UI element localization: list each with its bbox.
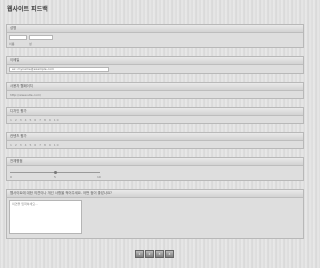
content-section: 컨텐츠 평가 1 2 3 4 5 6 7 8 9 10 (6, 132, 304, 149)
pager-button-1[interactable]: 1 (135, 250, 144, 258)
pager-buttons: 1 2 3 4 (135, 250, 174, 258)
first-name-input[interactable] (9, 35, 27, 40)
first-name-sublabel: 이름 (9, 42, 15, 46)
url-label: 사용자 웹페이지 (7, 83, 303, 91)
comments-textarea[interactable]: 의견을 입력하세요... (9, 200, 82, 234)
rating-slider-knob[interactable] (54, 171, 57, 174)
email-label: 이메일 (7, 57, 303, 65)
url-input[interactable]: http://www.site.com/ (10, 93, 41, 97)
pager-button-2[interactable]: 2 (145, 250, 154, 258)
rating-section: 전체평점 0 5 10 (6, 157, 304, 181)
content-label: 컨텐츠 평가 (7, 133, 303, 141)
url-section: 사용자 웹페이지 http://www.site.com/ (6, 82, 304, 99)
rating-mid: 5 (54, 175, 56, 179)
email-field[interactable]: ex: myname@example.com (9, 67, 109, 72)
last-name-input[interactable] (29, 35, 53, 40)
rating-label: 전체평점 (7, 158, 303, 166)
name-label: 성명 (7, 25, 303, 33)
email-section: 이메일 ex: myname@example.com (6, 56, 304, 74)
last-name-sublabel: 성 (29, 42, 32, 46)
rating-min: 0 (10, 175, 12, 179)
comments-section: 웹사이트에 대한 의견이나 개선 사항을 적어주세요. 어떤 점이 좋았나요? … (6, 189, 304, 239)
pager-button-3[interactable]: 3 (155, 250, 164, 258)
page-title: 웹사이트 피드백 (7, 6, 48, 13)
content-scale[interactable]: 1 2 3 4 5 6 7 8 9 10 (10, 143, 60, 147)
comments-label: 웹사이트에 대한 의견이나 개선 사항을 적어주세요. 어떤 점이 좋았나요? (7, 190, 303, 198)
rating-max: 10 (97, 175, 101, 179)
design-scale[interactable]: 1 2 3 4 5 6 7 8 9 10 (10, 118, 60, 122)
name-section: 성명 이름 성 (6, 24, 304, 48)
pager-button-4[interactable]: 4 (165, 250, 174, 258)
design-section: 디자인 평가 1 2 3 4 5 6 7 8 9 10 (6, 107, 304, 124)
design-label: 디자인 평가 (7, 108, 303, 116)
